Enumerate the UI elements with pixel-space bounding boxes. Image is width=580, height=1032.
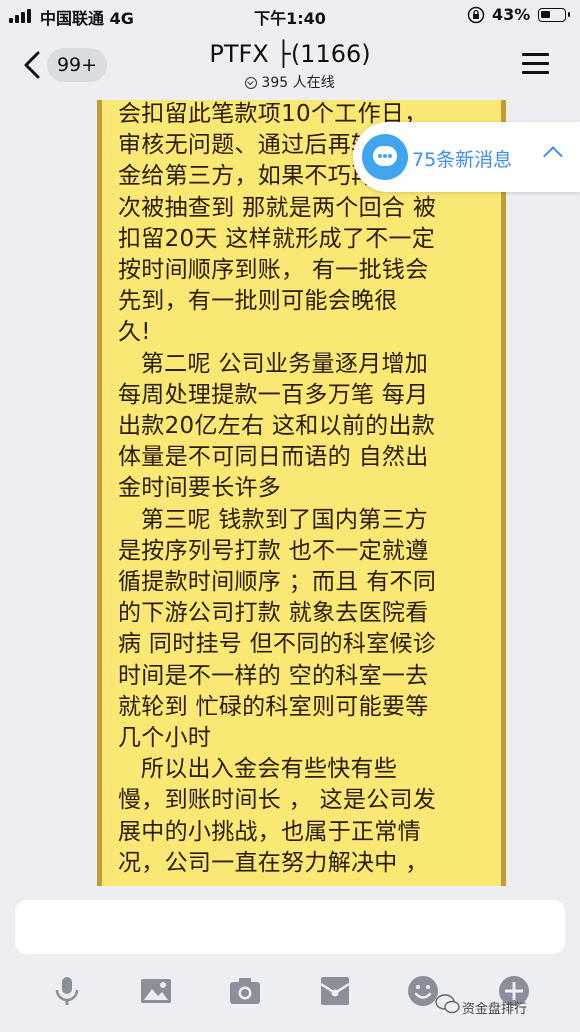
message-bubble-icon bbox=[362, 134, 408, 180]
watermark-label: 资金盘排行 bbox=[462, 1002, 528, 1017]
status-bar: 中国联通 4G 下午1:40 43% bbox=[0, 0, 580, 30]
red-packet-icon[interactable] bbox=[318, 974, 352, 1008]
rotation-lock-icon bbox=[467, 6, 485, 24]
online-count-label: 395 人在线 bbox=[261, 75, 335, 91]
chat-area[interactable]: 会扣留此笔款项10个工作日， 审核无问题、通过后再转账 金给第三方，如果不巧再一… bbox=[0, 100, 580, 886]
menu-icon[interactable] bbox=[522, 52, 549, 76]
chat-header: 99+ PTFX ├(1166) 395 人在线 bbox=[0, 30, 580, 100]
microphone-icon[interactable] bbox=[50, 974, 84, 1008]
chevron-up-icon bbox=[543, 146, 563, 166]
chat-title: PTFX ├(1166) bbox=[209, 40, 371, 68]
battery-fill bbox=[541, 11, 550, 18]
battery-percent: 43% bbox=[492, 5, 531, 24]
camera-icon[interactable] bbox=[228, 974, 262, 1008]
new-messages-label: 75条新消息 bbox=[412, 149, 513, 171]
input-area: 资金盘排行 bbox=[0, 886, 580, 1032]
online-count: 395 人在线 bbox=[0, 72, 580, 92]
message-text: 会扣留此笔款项10个工作日， 审核无问题、通过后再转账 金给第三方，如果不巧再一… bbox=[118, 101, 437, 876]
wechat-logo-icon bbox=[435, 994, 460, 1014]
new-messages-button[interactable]: 75条新消息 bbox=[353, 122, 580, 192]
message-input[interactable] bbox=[15, 900, 565, 954]
online-check-icon bbox=[245, 77, 258, 89]
image-icon[interactable] bbox=[139, 974, 173, 1008]
battery-icon bbox=[538, 8, 570, 22]
